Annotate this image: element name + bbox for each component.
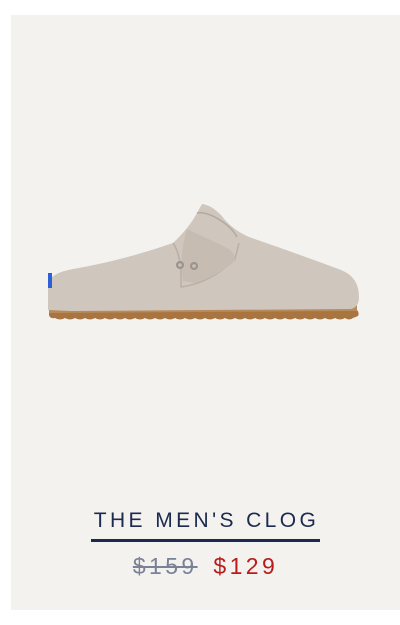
heel-tab [48, 273, 52, 288]
original-price: $159 [132, 553, 198, 579]
sale-price: $129 [213, 553, 279, 579]
product-card[interactable]: THE MEN'S CLOG $159 $129 [11, 15, 400, 610]
product-image[interactable] [11, 15, 400, 455]
product-title-link[interactable]: THE MEN'S CLOG [90, 506, 321, 542]
product-title[interactable]: THE MEN'S CLOG [11, 506, 400, 542]
price-row: $159 $129 [11, 549, 400, 583]
clog-shoe-image [48, 204, 359, 320]
